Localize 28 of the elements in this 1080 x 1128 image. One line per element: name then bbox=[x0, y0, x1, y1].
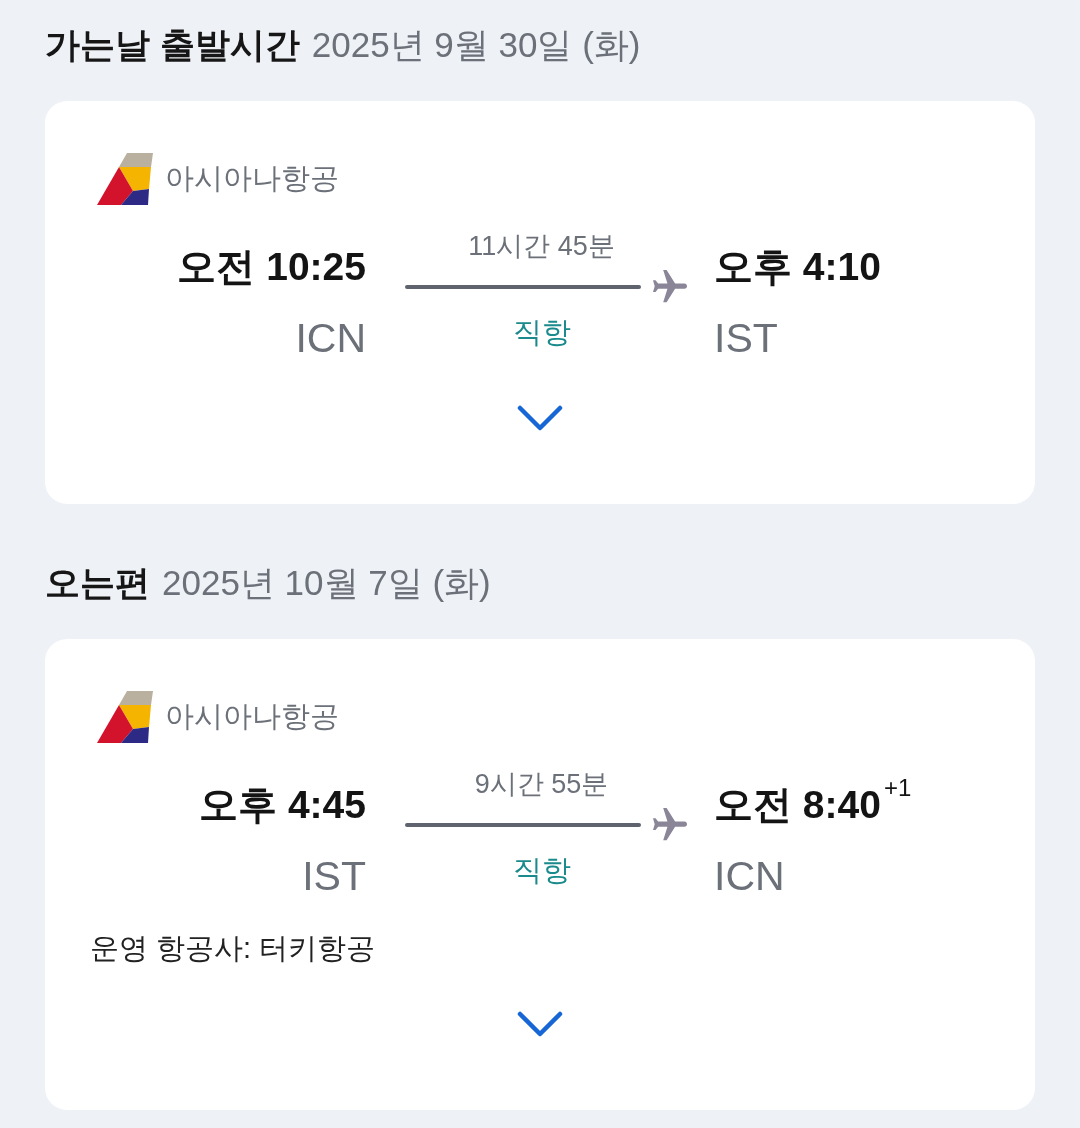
operating-airline-text: 운영 항공사: 터키항공 bbox=[90, 931, 376, 966]
airline-tail-logo-icon bbox=[97, 153, 153, 205]
airline-name: 아시아나항공 bbox=[165, 161, 339, 196]
departure-airport-code: IST bbox=[302, 852, 366, 900]
section-date: 2025년 9월 30일 (화) bbox=[311, 24, 641, 66]
flight-duration: 11시간 45분 bbox=[468, 230, 615, 263]
airplane-icon bbox=[652, 270, 688, 304]
airline-name: 아시아나항공 bbox=[165, 699, 339, 734]
departure-time: 오후 4:45 bbox=[199, 782, 366, 828]
airline-tail-logo-icon bbox=[97, 691, 153, 743]
departure-time: 오전 10:25 bbox=[177, 244, 366, 290]
chevron-down-icon bbox=[517, 405, 563, 431]
section-title: 가는날 출발시간 bbox=[45, 24, 300, 66]
arrival-airport-code: IST bbox=[714, 314, 778, 362]
arrival-airport-code: ICN bbox=[714, 852, 785, 900]
route-type-label: 직항 bbox=[512, 315, 571, 350]
flight-duration: 9시간 55분 bbox=[474, 768, 609, 801]
expand-button[interactable] bbox=[517, 1011, 563, 1037]
section-title: 오는편 bbox=[45, 562, 150, 604]
arrival-time: 오후 4:10 bbox=[714, 244, 881, 290]
expand-button[interactable] bbox=[517, 405, 563, 431]
airplane-icon bbox=[652, 808, 688, 842]
chevron-down-icon bbox=[517, 1011, 563, 1037]
section-date: 2025년 10월 7일 (화) bbox=[162, 562, 491, 604]
route-type-label: 직항 bbox=[512, 853, 571, 888]
day-offset-label: +1 bbox=[883, 775, 912, 801]
arrival-time: 오전 8:40 bbox=[714, 782, 881, 828]
departure-airport-code: ICN bbox=[295, 314, 366, 362]
